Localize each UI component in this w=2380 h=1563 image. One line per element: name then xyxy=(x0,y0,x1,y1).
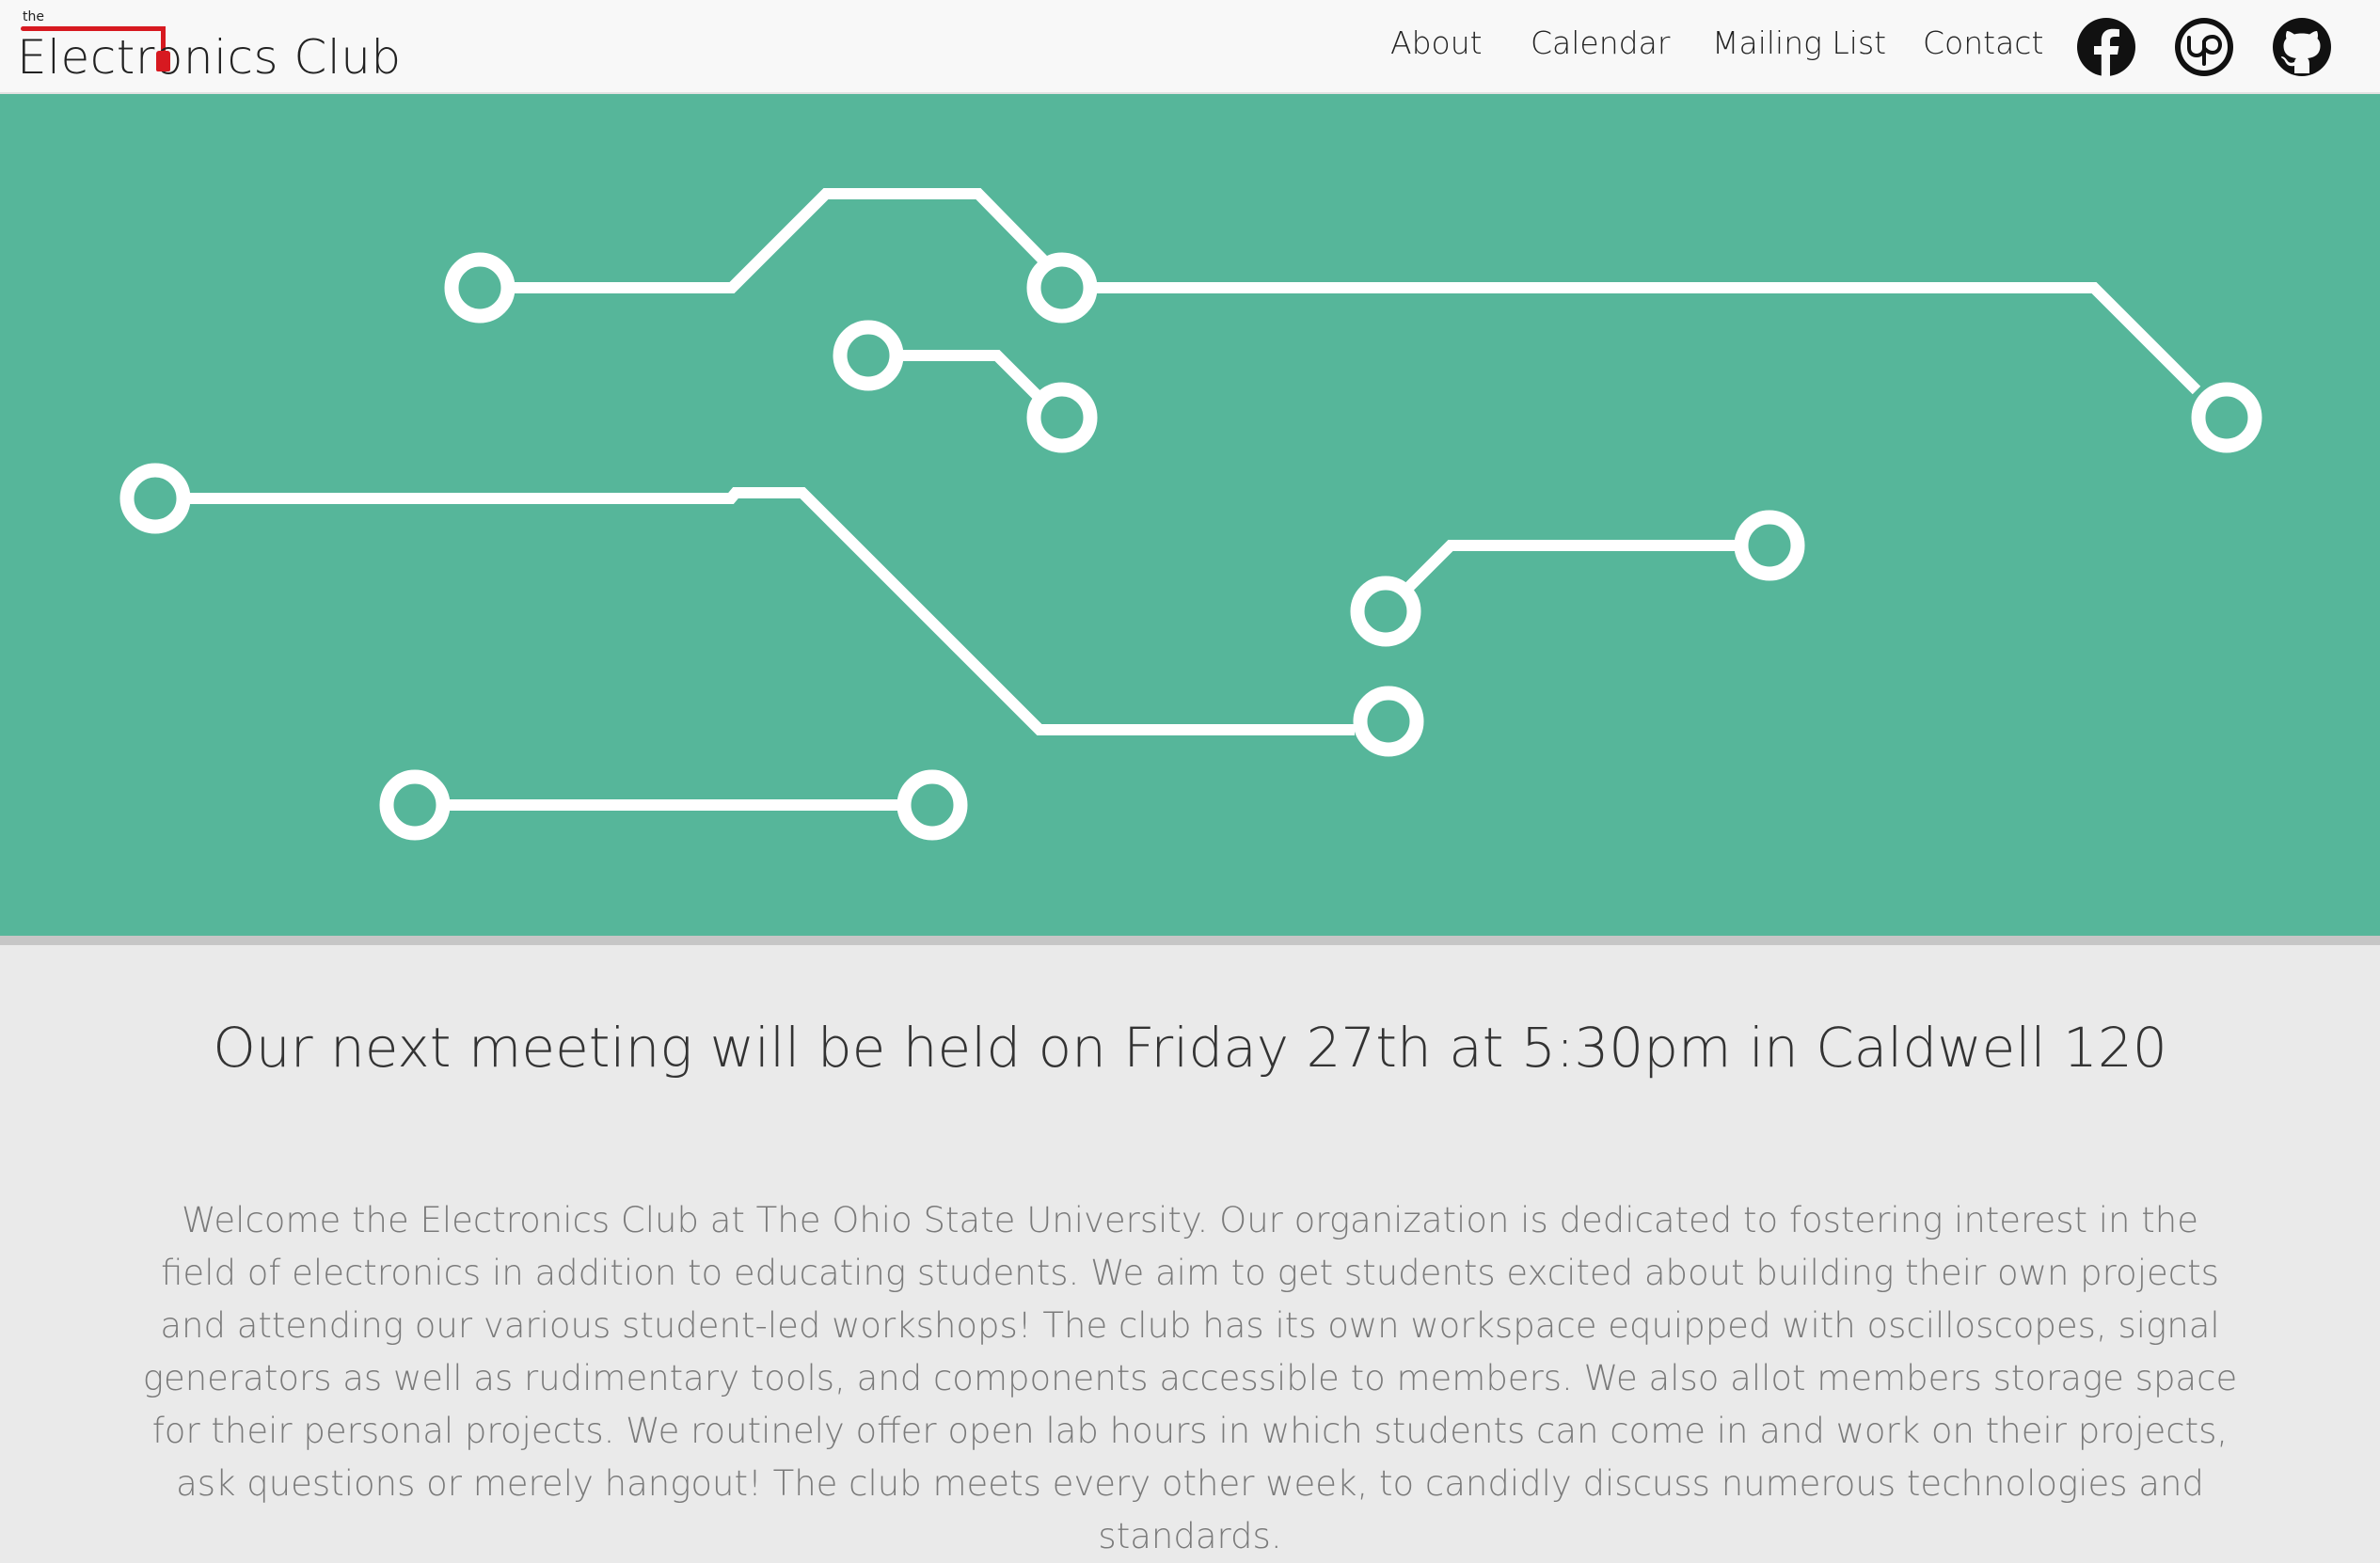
nav-contact[interactable]: Contact xyxy=(1923,24,2043,61)
hero-divider xyxy=(0,936,2380,945)
circuit-node xyxy=(379,769,451,841)
nav-about[interactable]: About xyxy=(1390,24,1483,61)
hero-banner xyxy=(0,94,2380,936)
upwork-icon[interactable] xyxy=(2174,17,2234,77)
circuit-node xyxy=(896,769,968,841)
circuit-node xyxy=(1026,382,1098,453)
welcome-paragraph: Welcome the Electronics Club at The Ohio… xyxy=(142,1200,2238,1556)
circuit-node xyxy=(833,320,904,391)
circuit-node xyxy=(1026,252,1098,324)
circuit-node xyxy=(1353,686,1424,757)
nav-mailing-list[interactable]: Mailing List xyxy=(1712,24,1886,61)
circuit-node xyxy=(1350,576,1421,647)
main-nav: About Calendar Mailing List Contact xyxy=(0,0,2380,94)
circuit-traces xyxy=(119,188,2262,841)
site-header: the Electronics Club About Calendar Mail… xyxy=(0,0,2380,94)
meeting-announcement: Our next meeting will be held on Friday … xyxy=(213,1016,2167,1080)
circuit-node xyxy=(119,463,191,534)
nav-calendar[interactable]: Calendar xyxy=(1531,24,1670,61)
facebook-icon[interactable] xyxy=(2076,17,2136,77)
github-icon[interactable] xyxy=(2272,17,2332,77)
circuit-node xyxy=(444,252,516,324)
circuit-node xyxy=(1734,510,1805,581)
circuit-node xyxy=(2191,382,2262,453)
